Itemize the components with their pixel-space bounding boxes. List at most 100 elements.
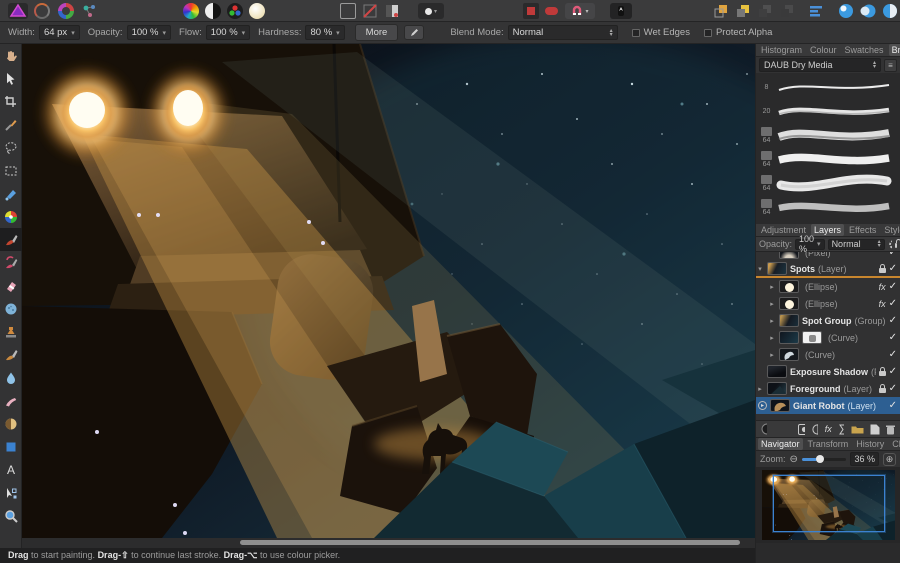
view-tool[interactable]	[0, 44, 22, 67]
layer-mask-thumbnail[interactable]	[802, 331, 822, 344]
layer-row-curve[interactable]: ▸ (Curve) ✓	[756, 346, 900, 363]
sponge-tool[interactable]	[0, 297, 22, 320]
dodge-burn-tool[interactable]	[0, 412, 22, 435]
node-tool[interactable]	[0, 481, 22, 504]
crop-tool[interactable]	[0, 90, 22, 113]
layer-thumbnail[interactable]	[779, 331, 799, 344]
arrange-to-front-button[interactable]	[713, 3, 729, 19]
group-layers-icon[interactable]	[851, 424, 864, 434]
layer-visible-check[interactable]: ✓	[889, 349, 897, 360]
zoom-slider[interactable]	[801, 454, 847, 463]
delete-layer-icon[interactable]	[886, 424, 895, 435]
flow-value[interactable]: 100 % ▾	[205, 25, 251, 40]
horizontal-scrollbar[interactable]	[240, 540, 740, 545]
layer-edit-arrow-icon[interactable]: ▸	[758, 401, 767, 410]
mask-layer-icon[interactable]	[798, 423, 806, 435]
more-button[interactable]: More	[354, 24, 399, 41]
tab-channels[interactable]: Channels	[889, 438, 900, 450]
lock-icon[interactable]	[878, 383, 886, 393]
expand-arrow-icon[interactable]: ▾	[756, 265, 764, 273]
move-tool[interactable]	[0, 67, 22, 90]
layer-visible-check[interactable]: ✓	[889, 383, 897, 394]
expand-arrow-icon[interactable]: ▸	[768, 317, 776, 325]
gradient-tool[interactable]	[0, 205, 22, 228]
force-pixel-alignment-toggle[interactable]	[523, 3, 539, 19]
layer-visible-check[interactable]: ✓	[889, 263, 897, 274]
layer-settings-gear-icon[interactable]	[888, 239, 892, 250]
brush-category-select[interactable]: DAUB Dry Media ▴ ▾	[759, 58, 881, 72]
clone-stamp-tool[interactable]	[0, 320, 22, 343]
layer-lock-icon[interactable]	[894, 239, 900, 248]
zoom-tool[interactable]	[0, 504, 22, 527]
tab-effects[interactable]: Effects	[846, 224, 879, 236]
layer-visible-check[interactable]: ✓	[889, 298, 897, 309]
colour-tag-icon[interactable]	[761, 423, 768, 435]
edit-all-layers-toggle[interactable]	[545, 3, 561, 19]
tab-styles[interactable]: Styles	[881, 224, 900, 236]
adjustment-layer-icon[interactable]	[812, 423, 818, 435]
expand-arrow-icon[interactable]: ▸	[768, 351, 776, 359]
layer-thumbnail[interactable]	[767, 382, 787, 395]
tab-colour[interactable]: Colour	[807, 44, 840, 56]
opacity-value[interactable]: 100 % ▾	[126, 25, 172, 40]
tab-layers[interactable]: Layers	[811, 224, 845, 236]
vector-shape-tool[interactable]	[0, 435, 22, 458]
layer-visible-check[interactable]: ✓	[889, 366, 897, 377]
snapping-toggle[interactable]: ▾	[565, 3, 595, 19]
layer-row-exposure-shadow[interactable]: Exposure Shadow(Pixel) ✓	[756, 363, 900, 380]
tab-histogram[interactable]: Histogram	[758, 44, 805, 56]
erase-brush-tool[interactable]	[0, 274, 22, 297]
marquee-selection-tool[interactable]	[0, 159, 22, 182]
layer-row-curve-masked[interactable]: ▸ (Curve) ✓	[756, 329, 900, 346]
pixel-grid-toggle[interactable]	[340, 3, 356, 19]
add-layer-icon[interactable]	[870, 424, 880, 435]
paint-brush-tool[interactable]	[0, 228, 22, 251]
zoom-out-icon[interactable]: ⊖	[790, 454, 798, 465]
layer-row-giant-robot[interactable]: ▸ Giant Robot (Layer) ✓	[756, 397, 900, 414]
layer-thumbnail[interactable]	[767, 262, 787, 275]
layer-visible-check[interactable]: ✓	[889, 400, 897, 411]
healing-brush-tool[interactable]	[0, 343, 22, 366]
auto-colour-button[interactable]	[227, 3, 243, 19]
expand-arrow-icon[interactable]: ▸	[768, 283, 776, 291]
auto-levels-button[interactable]	[183, 3, 199, 19]
tab-transform[interactable]: Transform	[805, 438, 852, 450]
tab-navigator[interactable]: Navigator	[758, 438, 803, 450]
layers-blend-select[interactable]: Normal ▴ ▾	[827, 238, 885, 250]
arrange-backward-button[interactable]	[757, 3, 773, 19]
zoom-value[interactable]: 36 %	[850, 452, 879, 466]
zoom-slider-thumb[interactable]	[816, 454, 825, 463]
zoom-in-button[interactable]: ⊕	[883, 452, 896, 466]
layer-thumbnail[interactable]	[779, 314, 799, 327]
stroke-colour-icon[interactable]	[882, 3, 898, 19]
layer-row-ellipse-1[interactable]: ▸ (Ellipse) fx ✓	[756, 278, 900, 295]
auto-white-balance-button[interactable]	[249, 3, 265, 19]
pixel-alignment-toggle[interactable]	[362, 3, 378, 19]
brush-item[interactable]: 20	[758, 99, 898, 123]
expand-arrow-icon[interactable]: ▸	[768, 300, 776, 308]
colour-replacement-brush-tool[interactable]	[0, 251, 22, 274]
brush-item[interactable]: 64	[758, 123, 898, 147]
expand-arrow-icon[interactable]: ▸	[756, 385, 764, 393]
liquify-persona-button[interactable]	[34, 3, 50, 19]
smudge-tool[interactable]	[0, 389, 22, 412]
layer-visible-check[interactable]: ✓	[889, 281, 897, 292]
move-whole-pixels-toggle[interactable]	[384, 3, 400, 19]
canvas[interactable]	[22, 44, 755, 538]
layers-opacity-value[interactable]: 100 % ▾	[795, 234, 825, 254]
layer-row-ellipse-2[interactable]: ▸ (Ellipse) fx ✓	[756, 295, 900, 312]
layer-thumbnail[interactable]	[779, 252, 799, 259]
flood-select-tool[interactable]	[0, 182, 22, 205]
protect-alpha-checkbox[interactable]	[703, 28, 712, 37]
lock-icon[interactable]	[878, 263, 886, 273]
brush-item[interactable]: 64	[758, 147, 898, 171]
arrange-to-back-button[interactable]	[779, 3, 795, 19]
assistant-button[interactable]	[610, 3, 632, 19]
wet-edges-checkbox[interactable]	[631, 28, 640, 37]
auto-contrast-button[interactable]	[205, 3, 221, 19]
layer-row-spots[interactable]: ▾ Spots (Layer) ✓	[756, 261, 900, 278]
tab-history[interactable]: History	[853, 438, 887, 450]
layer-thumbnail[interactable]	[770, 399, 790, 412]
brush-stabiliser-button[interactable]: ▾	[418, 3, 444, 19]
export-persona-button[interactable]	[82, 3, 98, 19]
